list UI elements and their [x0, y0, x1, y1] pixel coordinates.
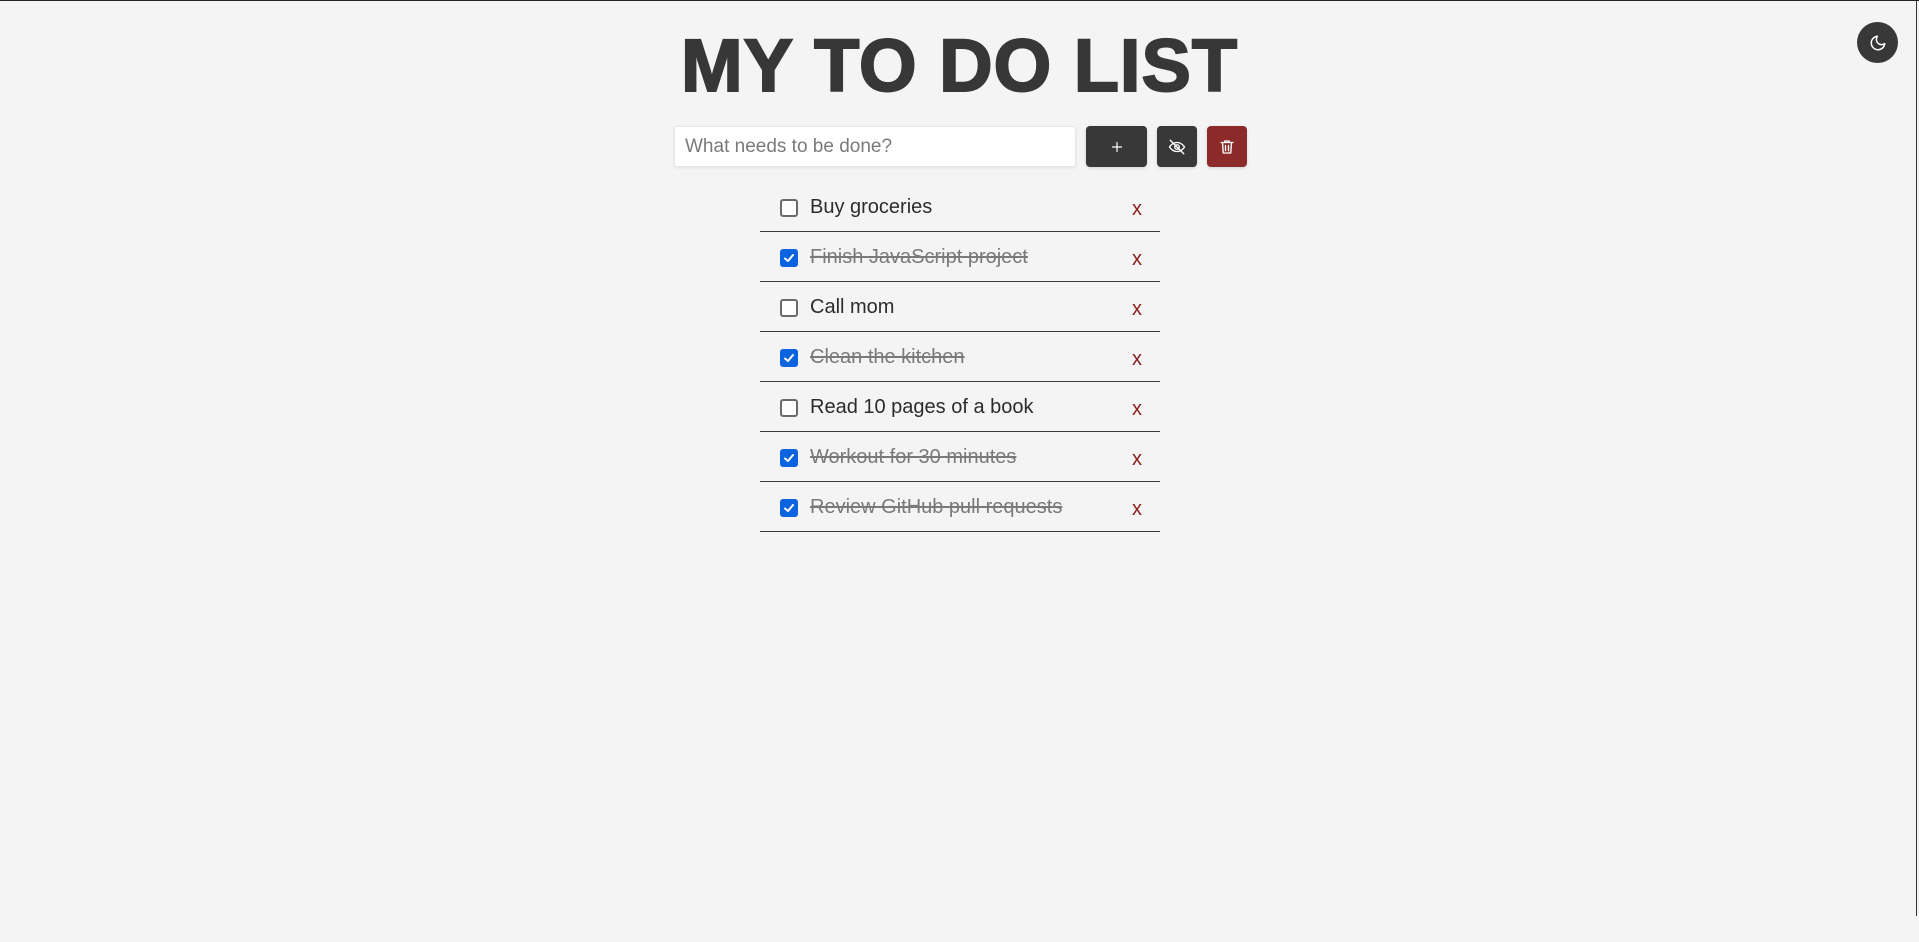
todo-item: Buy groceries x: [760, 182, 1160, 232]
add-task-button[interactable]: [1086, 126, 1147, 167]
todo-item: Finish JavaScript project x: [760, 232, 1160, 282]
check-icon: [784, 453, 794, 462]
delete-todo-button[interactable]: x: [1132, 248, 1142, 271]
todo-checkbox[interactable]: [780, 398, 798, 417]
page-title: MY TO DO LIST: [680, 24, 1239, 108]
todo-checkbox[interactable]: [780, 498, 798, 517]
delete-todo-button[interactable]: x: [1132, 348, 1142, 371]
todo-controls: [674, 126, 1247, 167]
todo-text: Buy groceries: [810, 196, 933, 218]
eye-off-icon: [1168, 139, 1186, 154]
todo-text: Read 10 pages of a book: [810, 396, 1034, 418]
todo-item: Clean the kitchen x: [760, 332, 1160, 382]
todo-checkbox[interactable]: [780, 198, 798, 217]
todo-list: Buy groceries x Finish JavaScript projec…: [760, 182, 1160, 532]
todo-item: Workout for 30 minutes x: [760, 432, 1160, 482]
clear-all-button[interactable]: [1207, 126, 1247, 167]
todo-checkbox[interactable]: [780, 298, 798, 317]
check-icon: [784, 353, 794, 362]
todo-text: Review GitHub pull requests: [810, 496, 1063, 518]
todo-text: Call mom: [810, 296, 895, 318]
delete-todo-button[interactable]: x: [1132, 448, 1142, 471]
delete-todo-button[interactable]: x: [1132, 198, 1142, 221]
delete-todo-button[interactable]: x: [1132, 298, 1142, 321]
todo-checkbox[interactable]: [780, 448, 798, 467]
todo-text: Clean the kitchen: [810, 346, 965, 368]
check-icon: [784, 253, 794, 262]
new-task-input[interactable]: [674, 126, 1076, 167]
todo-checkbox[interactable]: [780, 248, 798, 267]
hide-completed-button[interactable]: [1157, 126, 1197, 167]
check-icon: [784, 503, 794, 512]
todo-text: Finish JavaScript project: [810, 246, 1028, 268]
todo-checkbox[interactable]: [780, 348, 798, 367]
todo-text: Workout for 30 minutes: [810, 446, 1017, 468]
delete-todo-button[interactable]: x: [1132, 498, 1142, 521]
todo-item: Read 10 pages of a book x: [760, 382, 1160, 432]
trash-icon: [1220, 139, 1234, 154]
todo-item: Call mom x: [760, 282, 1160, 332]
delete-todo-button[interactable]: x: [1132, 398, 1142, 421]
plus-icon: [1111, 141, 1122, 152]
window-edge: [1916, 1, 1917, 916]
todo-item: Review GitHub pull requests x: [760, 482, 1160, 532]
